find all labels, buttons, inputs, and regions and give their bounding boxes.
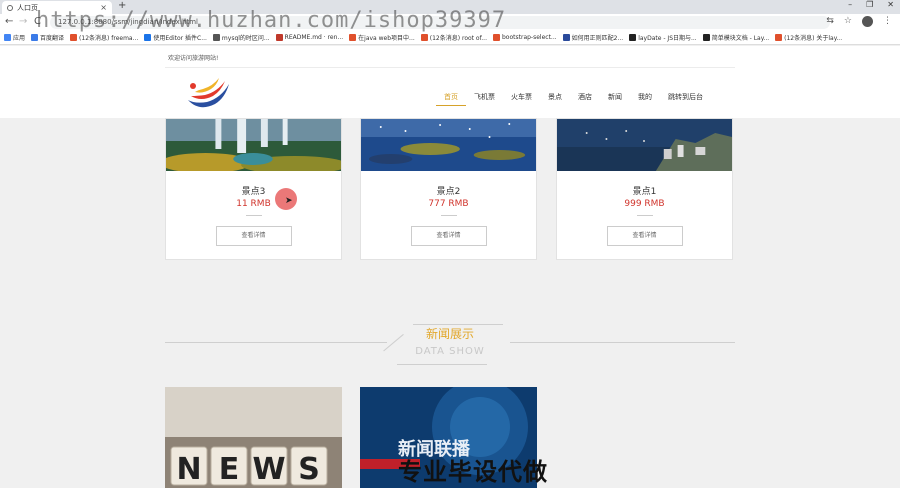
translate-icon[interactable]: ⇆ <box>826 16 834 27</box>
bookmark-label: (12条消息) root of... <box>429 35 487 42</box>
card-separator <box>440 215 457 216</box>
bookmark-item[interactable]: 百度翻译 <box>31 33 64 42</box>
bookmark-icon <box>349 34 357 41</box>
bookmark-icon <box>493 34 500 41</box>
spot-name: 景点3 <box>241 187 266 197</box>
nav-item[interactable]: 新闻 <box>600 92 630 106</box>
bookmark-label: 百度翻译 <box>40 35 65 42</box>
nav-item[interactable]: 我的 <box>630 92 660 106</box>
bookmark-item[interactable]: (12条消息) 关于lay... <box>775 33 842 42</box>
bookmark-item[interactable]: mysql的时区问... <box>212 33 270 42</box>
close-window-icon[interactable]: ✕ <box>887 0 894 9</box>
bookmark-icon <box>31 34 39 41</box>
deco-line-bottom <box>397 364 487 365</box>
nav-item[interactable]: 首页 <box>436 92 466 106</box>
news-section-subtitle: DATA SHOW <box>415 346 485 357</box>
profile-avatar-icon[interactable] <box>862 16 873 27</box>
bookmark-label: README.md · ren... <box>284 34 344 41</box>
address-bar-actions: ⇆ ☆ ⋮ <box>826 16 892 27</box>
deco-line-left <box>165 342 387 343</box>
bookmark-item[interactable]: README.md · ren... <box>275 34 344 41</box>
svg-text:N: N <box>176 452 201 487</box>
main-nav: 首页 飞机票 火车票 景点 酒店 新闻 我的 跳转到后台 <box>436 92 711 106</box>
bookmark-label: 应用 <box>13 35 26 42</box>
menu-dots-icon[interactable]: ⋮ <box>883 16 892 27</box>
spot-card: 景点1 999 RMB 查看详情 <box>556 118 733 260</box>
bookmark-label: layDate - JS日期与... <box>638 35 697 42</box>
bookmark-item[interactable]: 简单模块文档 - Lay... <box>702 33 770 42</box>
svg-text:W: W <box>252 452 285 487</box>
deco-line-right <box>510 342 735 343</box>
bookmark-icon <box>702 34 710 41</box>
nav-item[interactable]: 火车票 <box>503 92 540 106</box>
watermark-url: https://www.huzhan.com/ishop39397 <box>36 8 507 33</box>
bookmark-icon <box>212 34 220 41</box>
site-header: 欢迎访问旅游网站! 首页 飞机票 火车票 景点 酒店 新闻 我的 跳转到后台 <box>0 46 900 118</box>
bookmark-icon <box>70 34 78 41</box>
news-section-header: 新闻展示 DATA SHOW <box>165 318 735 370</box>
spot-name: 景点1 <box>632 187 657 197</box>
watermark-bottom: 专业毕设代做 <box>398 458 548 486</box>
bookmark-item[interactable]: 在java web项目中... <box>349 33 415 42</box>
nav-item[interactable]: 飞机票 <box>466 92 503 106</box>
bookmark-item[interactable]: 使用Editor 插件C... <box>144 33 207 42</box>
spot-price: 999 RMB <box>624 199 665 209</box>
nav-item[interactable]: 跳转到后台 <box>660 92 711 106</box>
bookmark-label: 在java web项目中... <box>358 35 415 42</box>
bookmark-item[interactable]: bootstrap-select... <box>493 34 557 41</box>
card-separator <box>636 215 653 216</box>
bookmark-icon <box>275 34 283 41</box>
view-details-button[interactable]: 查看详情 <box>606 226 683 246</box>
bookmark-label: (12条消息) freema... <box>79 35 139 42</box>
bookmark-label: mysql的时区问... <box>221 35 270 42</box>
maximize-icon[interactable]: ❐ <box>866 0 873 9</box>
minimize-icon[interactable]: – <box>848 0 852 9</box>
forward-icon[interactable]: → <box>19 16 27 27</box>
spot-photo-birds-lake[interactable] <box>361 119 536 171</box>
spot-price: 777 RMB <box>428 199 469 209</box>
view-details-button[interactable]: 查看详情 <box>410 226 487 246</box>
header-divider <box>165 67 735 68</box>
tab-title: 人口页 <box>17 3 38 12</box>
news-section-title: 新闻展示 <box>425 327 474 341</box>
spot-card: 景点3 11 RMB 查看详情 <box>160 118 348 260</box>
window-controls: – ❐ ✕ <box>848 0 894 9</box>
bookmark-icon <box>420 34 428 41</box>
welcome-text: 欢迎访问旅游网站! <box>168 55 219 62</box>
bookmark-item[interactable]: 如何用正则匹配2... <box>562 33 624 42</box>
bookmark-icon <box>775 34 783 41</box>
spot-photo-harbor[interactable] <box>557 119 732 171</box>
bookmark-item[interactable]: (12条消息) freema... <box>70 33 138 42</box>
bookmark-item[interactable]: layDate - JS日期与... <box>629 33 697 42</box>
bookmark-label: 如何用正则匹配2... <box>571 35 624 42</box>
nav-item[interactable]: 景点 <box>540 92 570 106</box>
bookmark-label: bootstrap-select... <box>502 34 557 41</box>
spot-photo-waterfall[interactable] <box>160 119 348 174</box>
back-icon[interactable]: ← <box>5 16 13 27</box>
globe-icon <box>7 4 13 11</box>
view-details-button[interactable]: 查看详情 <box>215 226 292 246</box>
spot-name: 景点2 <box>436 187 461 197</box>
bookmark-icon <box>4 34 11 41</box>
bookmark-icon <box>144 34 152 41</box>
mouse-pointer-icon: ➤ <box>285 196 293 206</box>
bookmark-label: (12条消息) 关于lay... <box>784 35 843 42</box>
news-image-dice[interactable]: NEWS <box>165 387 342 488</box>
bookmark-icon <box>629 34 637 41</box>
card-separator <box>245 215 262 216</box>
spot-card: 景点2 777 RMB 查看详情 <box>360 118 537 260</box>
svg-text:S: S <box>298 452 320 487</box>
nav-item[interactable]: 酒店 <box>570 92 600 106</box>
bookmark-label: 使用Editor 插件C... <box>153 35 207 42</box>
bookmark-item[interactable]: 应用 <box>4 33 25 42</box>
bookmark-icon <box>562 34 570 41</box>
svg-text:E: E <box>219 452 240 487</box>
bookmark-item[interactable]: (12条消息) root of... <box>420 33 487 42</box>
spot-price: 11 RMB <box>236 199 271 209</box>
site-logo[interactable] <box>185 76 231 112</box>
bookmarks-bar: 应用 百度翻译 (12条消息) freema... 使用Editor 插件C... my… <box>0 31 900 45</box>
star-icon[interactable]: ☆ <box>844 16 852 27</box>
bookmark-label: 简单模块文档 - Lay... <box>711 35 770 42</box>
